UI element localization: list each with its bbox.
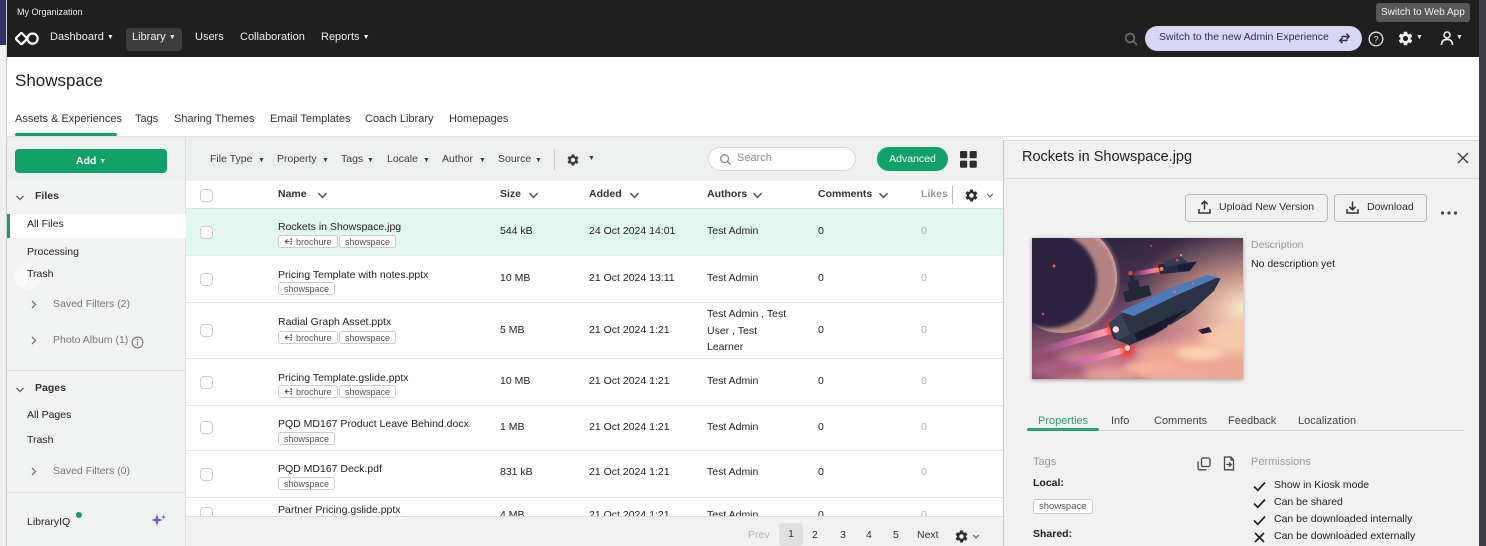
svg-text:?: ? [1373,34,1378,45]
